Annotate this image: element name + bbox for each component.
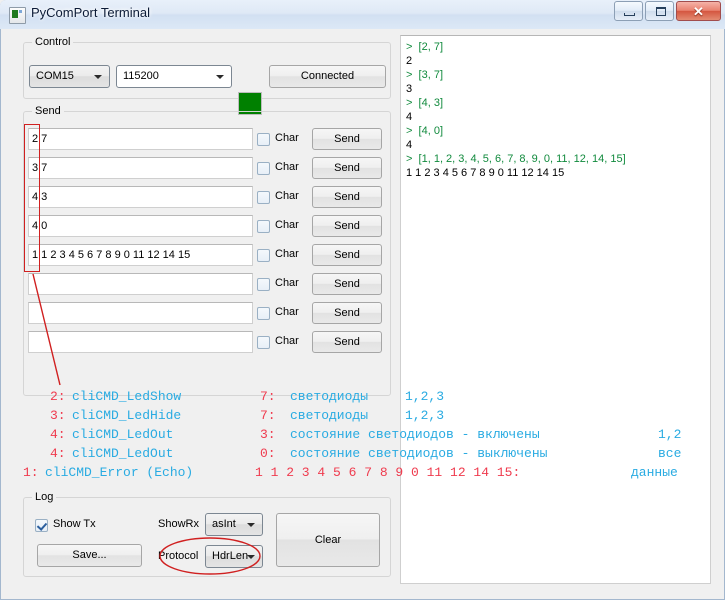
- send-input[interactable]: 2 7: [28, 128, 253, 150]
- terminal-line: 2: [406, 55, 413, 67]
- log-group-label: Log: [32, 491, 57, 503]
- terminal-line: 4: [406, 139, 413, 151]
- char-label: Char: [275, 335, 299, 347]
- send-button[interactable]: Send: [312, 128, 382, 150]
- clear-button[interactable]: Clear: [276, 513, 380, 567]
- char-label: Char: [275, 248, 299, 260]
- send-button[interactable]: Send: [312, 273, 382, 295]
- send-input[interactable]: 1 1 2 3 4 5 6 7 8 9 0 11 12 14 15: [28, 244, 253, 266]
- save-button[interactable]: Save...: [37, 544, 142, 567]
- char-checkbox[interactable]: [257, 133, 270, 146]
- char-checkbox[interactable]: [257, 249, 270, 262]
- control-group-label: Control: [32, 36, 74, 48]
- com-port-value: COM15: [36, 70, 74, 82]
- chevron-down-icon: [247, 523, 255, 527]
- terminal-line: 1 1 2 3 4 5 6 7 8 9 0 11 12 14 15: [406, 167, 565, 179]
- maximize-button[interactable]: [645, 1, 674, 21]
- show-rx-value: asInt: [212, 518, 236, 530]
- send-button[interactable]: Send: [312, 331, 382, 353]
- terminal-line: > [4, 3]: [406, 97, 443, 109]
- char-label: Char: [275, 219, 299, 231]
- send-button[interactable]: Send: [312, 186, 382, 208]
- char-label: Char: [275, 132, 299, 144]
- show-rx-select[interactable]: asInt: [205, 513, 263, 536]
- app-icon: [9, 7, 26, 24]
- send-input[interactable]: [28, 273, 253, 295]
- baudrate-value: 115200: [123, 70, 159, 82]
- send-button[interactable]: Send: [312, 302, 382, 324]
- char-checkbox[interactable]: [257, 307, 270, 320]
- send-input[interactable]: [28, 302, 253, 324]
- send-group-label: Send: [32, 105, 64, 117]
- protocol-value: HdrLen: [212, 550, 249, 562]
- close-button[interactable]: ✕: [676, 1, 721, 21]
- terminal-line: > [1, 1, 2, 3, 4, 5, 6, 7, 8, 9, 0, 11, …: [406, 153, 626, 165]
- show-tx-label: Show Tx: [53, 518, 96, 530]
- char-checkbox[interactable]: [257, 220, 270, 233]
- close-icon: ✕: [693, 4, 704, 19]
- char-checkbox[interactable]: [257, 162, 270, 175]
- terminal-line: > [3, 7]: [406, 69, 443, 81]
- terminal-line: 3: [406, 83, 413, 95]
- terminal-line: > [2, 7]: [406, 41, 443, 53]
- char-checkbox[interactable]: [257, 336, 270, 349]
- chevron-down-icon: [94, 75, 102, 79]
- char-checkbox[interactable]: [257, 191, 270, 204]
- char-label: Char: [275, 190, 299, 202]
- title-bar[interactable]: PyComPort Terminal ✕: [0, 0, 725, 29]
- char-label: Char: [275, 306, 299, 318]
- terminal-output[interactable]: > [2, 7] 2 > [3, 7] 3 > [4, 3] 4 > [4, 0…: [400, 35, 711, 584]
- baudrate-select[interactable]: 115200: [116, 65, 232, 88]
- show-tx-checkbox[interactable]: [35, 519, 48, 532]
- protocol-select[interactable]: HdrLen: [205, 545, 263, 568]
- send-input[interactable]: 4 3: [28, 186, 253, 208]
- terminal-line: > [4, 0]: [406, 125, 443, 137]
- char-label: Char: [275, 161, 299, 173]
- minimize-button[interactable]: [614, 1, 643, 21]
- send-input[interactable]: 3 7: [28, 157, 253, 179]
- terminal-line: 4: [406, 111, 413, 123]
- protocol-label: Protocol: [158, 550, 199, 562]
- send-button[interactable]: Send: [312, 215, 382, 237]
- minimize-icon: [624, 13, 635, 16]
- window-controls: ✕: [614, 1, 721, 21]
- send-input[interactable]: [28, 331, 253, 353]
- connect-button[interactable]: Connected: [269, 65, 386, 88]
- window-title: PyComPort Terminal: [31, 5, 150, 20]
- app-window: PyComPort Terminal ✕ Control COM15 11520…: [0, 0, 725, 600]
- char-label: Char: [275, 277, 299, 289]
- client-area: Control COM15 115200 Connected Send 2 7 …: [1, 29, 724, 599]
- maximize-icon: [656, 7, 666, 16]
- show-rx-label: ShowRx: [158, 518, 199, 530]
- com-port-select[interactable]: COM15: [29, 65, 110, 88]
- send-button[interactable]: Send: [312, 244, 382, 266]
- chevron-down-icon: [247, 555, 255, 559]
- chevron-down-icon: [216, 75, 224, 79]
- send-button[interactable]: Send: [312, 157, 382, 179]
- send-input[interactable]: 4 0: [28, 215, 253, 237]
- char-checkbox[interactable]: [257, 278, 270, 291]
